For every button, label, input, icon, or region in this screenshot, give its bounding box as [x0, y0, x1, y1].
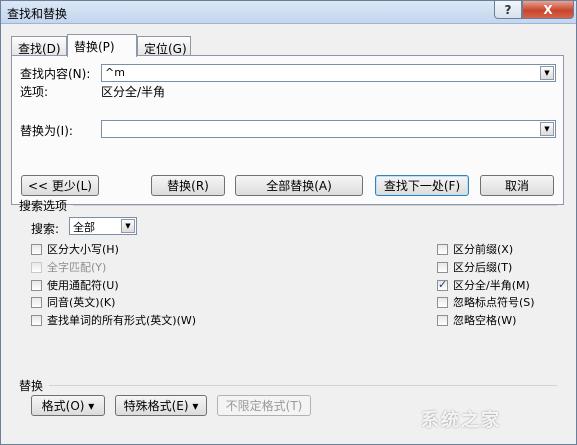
checkbox-label: 忽略空格(W) [453, 314, 517, 327]
replace-all-button[interactable]: 全部替换(A) [235, 175, 363, 196]
match-case-checkbox[interactable]: 区分大小写(H) [31, 241, 119, 257]
help-button[interactable]: ? [494, 1, 522, 19]
window-title: 查找和替换 [7, 7, 68, 21]
checkbox-box[interactable] [437, 278, 448, 291]
checkbox-label: 查找单词的所有形式(英文)(W) [47, 314, 197, 327]
match-width-checkbox[interactable]: 区分全/半角(M) [437, 277, 530, 293]
tab-goto[interactable]: 定位(G) [137, 36, 191, 56]
chevron-down-icon[interactable]: ▼ [540, 66, 554, 80]
checkbox-box[interactable] [437, 243, 448, 255]
checkbox-box[interactable] [31, 314, 42, 326]
whole-word-checkbox[interactable]: 全字匹配(Y) [31, 259, 106, 275]
watermark-logo: 系统之家 [421, 410, 501, 431]
title-bar[interactable]: 查找和替换 ? X [1, 1, 576, 24]
divider [73, 205, 557, 206]
close-button[interactable]: X [522, 1, 574, 19]
checkbox-box[interactable] [31, 243, 42, 255]
checkbox-label: 全字匹配(Y) [47, 261, 107, 274]
ignore-whitespace-checkbox[interactable]: 忽略空格(W) [437, 312, 516, 328]
checkbox-box[interactable] [31, 261, 42, 273]
checkbox-box[interactable] [437, 296, 448, 308]
checkbox-box[interactable] [31, 296, 42, 308]
find-next-button[interactable]: 查找下一处(F) [375, 175, 469, 196]
chevron-down-icon[interactable]: ▼ [121, 219, 135, 233]
replace-label: 替换为(I): [20, 124, 73, 138]
cancel-button[interactable]: 取消 [480, 175, 554, 196]
replace-combo[interactable]: ▼ [101, 120, 556, 138]
options-label: 选项: [20, 85, 49, 99]
match-prefix-checkbox[interactable]: 区分前缀(X) [437, 241, 513, 257]
checkbox-box[interactable] [437, 261, 448, 273]
search-scope-value[interactable]: 全部 [73, 219, 95, 235]
no-formatting-button[interactable]: 不限定格式(T) [217, 395, 311, 416]
search-scope-select[interactable]: 全部 ▼ [69, 217, 137, 235]
search-options-title: 搜索选项 [19, 199, 68, 213]
checkbox-box[interactable] [31, 279, 42, 291]
checkbox-label: 使用通配符(U) [47, 279, 119, 292]
options-value: 区分全/半角 [101, 85, 166, 99]
find-input[interactable]: ^m [105, 66, 125, 79]
tab-replace[interactable]: 替换(P) [67, 34, 137, 57]
sounds-like-checkbox[interactable]: 同音(英文)(K) [31, 294, 115, 310]
checkbox-label: 区分后缀(T) [453, 261, 513, 274]
special-format-button[interactable]: 特殊格式(E) ▾ [115, 395, 207, 416]
word-forms-checkbox[interactable]: 查找单词的所有形式(英文)(W) [31, 312, 196, 328]
checkbox-label: 区分前缀(X) [453, 243, 514, 256]
checkbox-label: 忽略标点符号(S) [453, 296, 535, 309]
checkbox-label: 区分大小写(H) [47, 243, 119, 256]
checkbox-box[interactable] [437, 314, 448, 326]
find-replace-dialog: 查找和替换 ? X 查找(D) 替换(P) 定位(G) 查找内容(N): ^m … [0, 0, 577, 445]
checkbox-label: 同音(英文)(K) [47, 296, 116, 309]
search-scope-label: 搜索: [31, 222, 60, 236]
match-suffix-checkbox[interactable]: 区分后缀(T) [437, 259, 512, 275]
replace-button[interactable]: 替换(R) [151, 175, 225, 196]
divider [49, 385, 557, 386]
less-button[interactable]: << 更少(L) [21, 175, 99, 196]
find-combo[interactable]: ^m ▼ [101, 64, 556, 82]
wildcards-checkbox[interactable]: 使用通配符(U) [31, 277, 119, 293]
ignore-punctuation-checkbox[interactable]: 忽略标点符号(S) [437, 294, 535, 310]
find-label: 查找内容(N): [20, 67, 91, 81]
format-button[interactable]: 格式(O) ▾ [31, 395, 105, 416]
chevron-down-icon[interactable]: ▼ [540, 122, 554, 136]
checkbox-label: 区分全/半角(M) [453, 279, 530, 292]
tab-find[interactable]: 查找(D) [11, 36, 67, 56]
replace-section-title: 替换 [19, 379, 44, 393]
